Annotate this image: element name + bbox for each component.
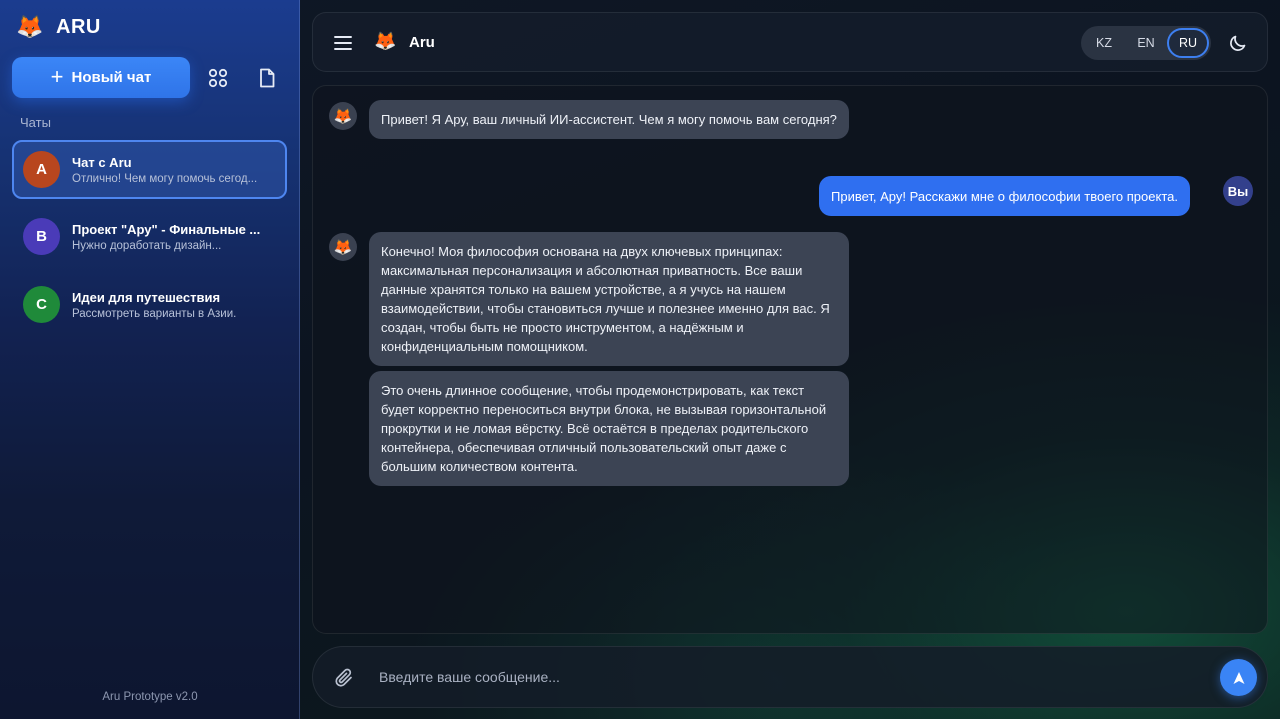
brand: 🦊 ARU [16, 14, 101, 40]
chat-item[interactable]: A Чат с Aru Отлично! Чем могу помочь сег… [12, 140, 287, 199]
moon-icon[interactable] [1228, 33, 1248, 53]
chat-item-text: Идеи для путешествия Рассмотреть вариант… [72, 290, 272, 320]
chat-item[interactable]: B Проект "Ару" - Финальные ... Нужно дор… [12, 207, 287, 266]
message-composer [312, 646, 1268, 708]
bot-avatar: 🦊 [329, 233, 357, 261]
document-icon[interactable] [256, 67, 278, 89]
chats-section-label: Чаты [20, 115, 51, 130]
chat-item-text: Проект "Ару" - Финальные ... Нужно дораб… [72, 222, 272, 252]
hamburger-menu-icon[interactable] [333, 33, 353, 53]
chat-preview: Рассмотреть варианты в Азии. [72, 307, 237, 320]
bot-message: Это очень длинное сообщение, чтобы проде… [369, 371, 849, 486]
chat-item[interactable]: C Идеи для путешествия Рассмотреть вариа… [12, 275, 287, 334]
sidebar: 🦊 ARU + Новый чат Чаты A Чат с Aru Отлич… [0, 0, 300, 719]
chat-preview: Нужно доработать дизайн... [72, 239, 222, 252]
chat-header-title: Aru [409, 34, 435, 51]
send-arrow-icon [1233, 671, 1244, 684]
avatar: C [23, 286, 60, 323]
chat-title: Чат с Aru [72, 154, 132, 170]
bot-avatar: 🦊 [329, 102, 357, 130]
user-avatar: Вы [1223, 176, 1253, 206]
language-kz-button[interactable]: KZ [1083, 28, 1125, 58]
language-ru-button[interactable]: RU [1167, 28, 1209, 58]
message-input[interactable] [379, 665, 1199, 689]
top-header: 🦊 Aru KZ EN RU [312, 12, 1268, 72]
grid-icon[interactable] [207, 67, 229, 89]
chat-item-text: Чат с Aru Отлично! Чем могу помочь сегод… [72, 155, 272, 185]
chat-preview: Отлично! Чем могу помочь сегод... [72, 172, 258, 185]
plus-icon: + [50, 63, 64, 89]
new-chat-label: Новый чат [71, 69, 152, 86]
fox-logo-icon: 🦊 [374, 31, 397, 51]
bot-message: Привет! Я Ару, ваш личный ИИ-ассистент. … [369, 100, 849, 139]
language-en-button[interactable]: EN [1125, 28, 1167, 58]
bot-message: Конечно! Моя философия основана на двух … [369, 232, 849, 366]
language-switcher: KZ EN RU [1081, 26, 1211, 60]
fox-logo-icon: 🦊 [16, 14, 44, 39]
avatar: B [23, 218, 60, 255]
chat-title: Идеи для путешествия [72, 289, 221, 305]
avatar: A [23, 151, 60, 188]
app-name: ARU [56, 15, 101, 38]
message-list: 🦊 Привет! Я Ару, ваш личный ИИ-ассистент… [312, 85, 1268, 634]
fox-logo-icon: 🦊 [333, 108, 353, 125]
chat-title: Проект "Ару" - Финальные ... [72, 221, 261, 237]
paperclip-icon[interactable] [333, 667, 355, 689]
send-button[interactable] [1220, 659, 1257, 696]
fox-logo-icon: 🦊 [333, 239, 353, 256]
new-chat-button[interactable]: + Новый чат [12, 57, 190, 98]
version-label: Aru Prototype v2.0 [102, 691, 198, 703]
user-message: Привет, Ару! Расскажи мне о философии тв… [819, 176, 1190, 216]
